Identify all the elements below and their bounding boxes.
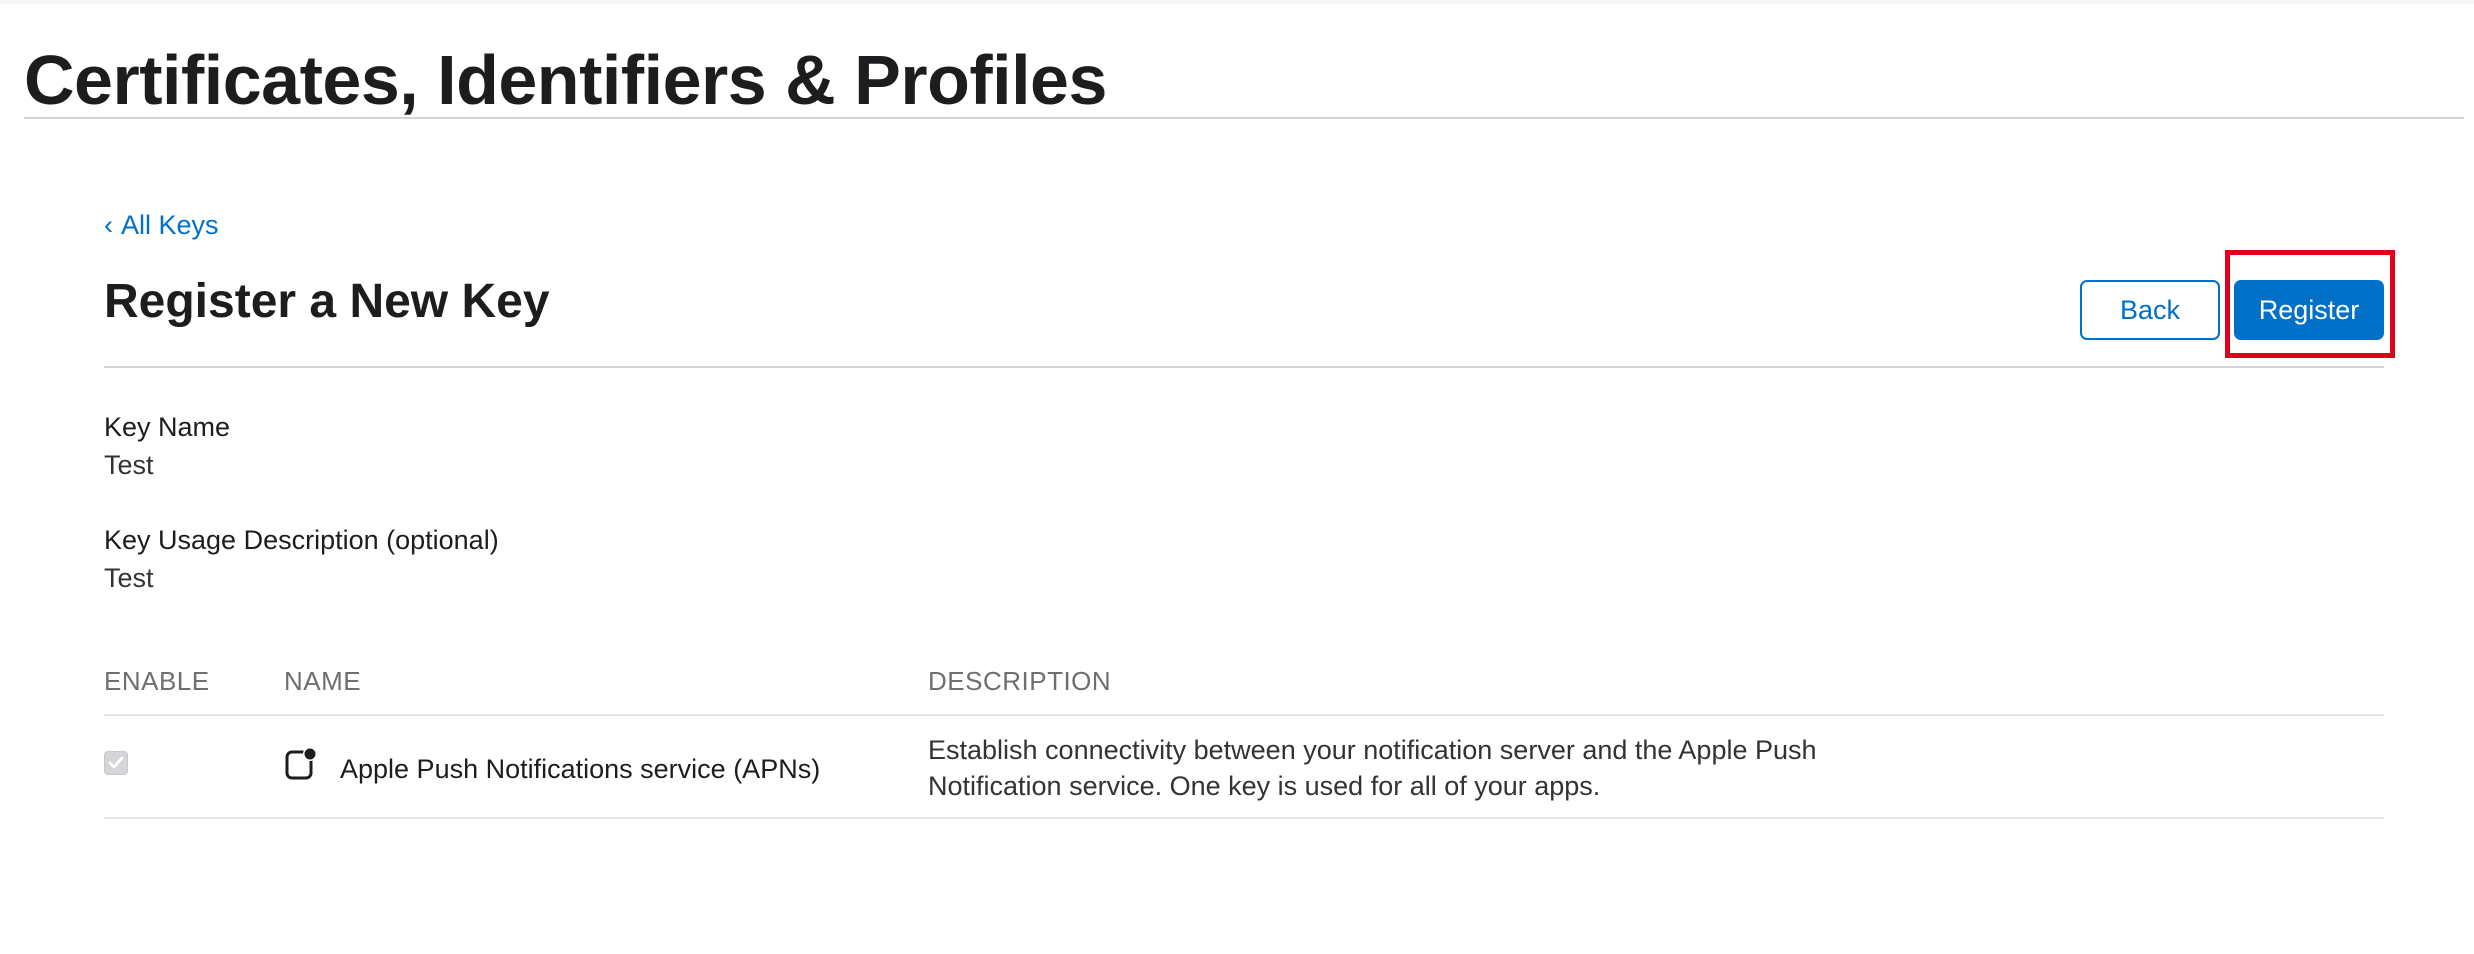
checkmark-icon (108, 756, 124, 769)
table-row-divider (104, 817, 2384, 819)
service-name: Apple Push Notifications service (APNs) (340, 754, 821, 784)
register-button[interactable]: Register (2234, 280, 2384, 340)
enable-checkbox[interactable] (104, 751, 128, 775)
all-keys-link[interactable]: ‹ All Keys (104, 208, 219, 242)
service-description-line-2: Notification service. One key is used fo… (928, 771, 1601, 801)
title-divider (24, 117, 2464, 119)
service-description-line-1: Establish connectivity between your noti… (928, 735, 1817, 765)
section-title: Register a New Key (104, 275, 550, 328)
key-name-value: Test (104, 450, 154, 480)
key-name-label: Key Name (104, 412, 231, 442)
key-usage-description-label: Key Usage Description (optional) (104, 525, 499, 555)
key-usage-description-value: Test (104, 563, 154, 593)
column-header-enable: ENABLE (104, 666, 210, 696)
chevron-left-icon: ‹ (104, 210, 113, 240)
top-strip (0, 0, 2474, 4)
push-notification-icon (285, 747, 317, 780)
section-divider (104, 366, 2384, 368)
back-button[interactable]: Back (2080, 280, 2220, 340)
column-header-description: DESCRIPTION (928, 666, 1112, 696)
table-header-divider (104, 714, 2384, 716)
page-title: Certificates, Identifiers & Profiles (24, 41, 1107, 119)
column-header-name: NAME (284, 666, 362, 696)
service-description: Establish connectivity between your noti… (928, 732, 1928, 804)
all-keys-link-label: All Keys (121, 210, 219, 240)
